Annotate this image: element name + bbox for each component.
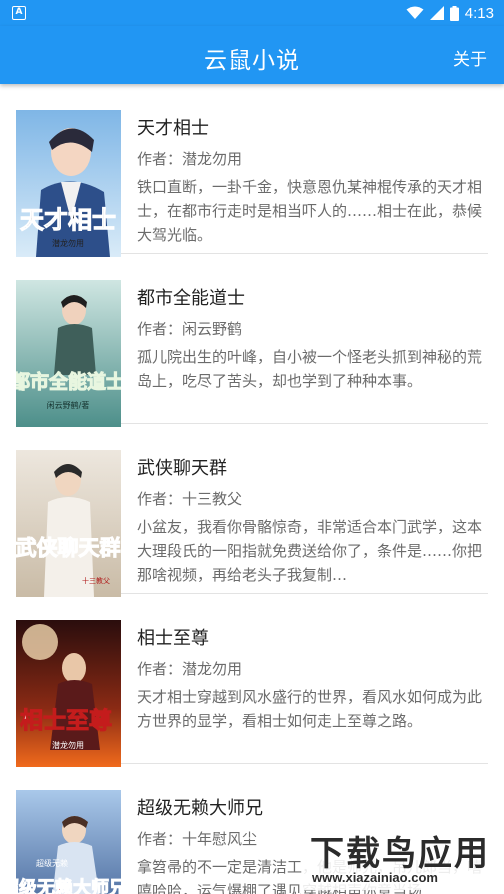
wifi-icon bbox=[406, 6, 424, 19]
book-list-item[interactable]: 武侠聊天群 十三教父 武侠聊天群 作者：十三教父 小盆友，我看你骨骼惊奇，非常适… bbox=[16, 424, 488, 597]
book-description: 铁口直断，一卦千金，快意恩仇某神棍传承的天才相士，在都市行走时是相当吓人的……相… bbox=[137, 178, 483, 244]
book-cover-image: 相士至尊 潜龙勿用 bbox=[16, 620, 121, 767]
book-author: 作者：潜龙勿用 bbox=[137, 150, 243, 168]
watermark: 下载鸟应用 www.xiazainiao.com bbox=[302, 822, 502, 890]
watermark-url: www.xiazainiao.com bbox=[312, 870, 438, 885]
cover-title: 武侠聊天群 bbox=[16, 536, 121, 560]
book-title: 天才相士 bbox=[137, 118, 209, 139]
book-cover-image: 天才相士 潜龙勿用 bbox=[16, 110, 121, 257]
book-cover-image: 都市全能道士 闲云野鹤/著 bbox=[16, 280, 121, 427]
app-bar: 云鼠小说 关于 bbox=[0, 26, 504, 84]
signal-icon bbox=[429, 6, 444, 20]
book-description: 小盆友，我看你骨骼惊奇，非常适合本门武学，这本大理段氏的一阳指就免费送给你了，条… bbox=[137, 518, 483, 584]
book-cover-image: 超级无赖 超级无赖大师兄 bbox=[16, 790, 121, 894]
cover-author: 潜龙勿用 bbox=[52, 238, 84, 248]
cover-title: 超级无赖大师兄 bbox=[16, 877, 121, 894]
status-time: 4:13 bbox=[464, 4, 494, 22]
book-list-item[interactable]: 天才相士 潜龙勿用 天才相士 作者：潜龙勿用 铁口直断，一卦千金，快意恩仇某神棍… bbox=[16, 84, 488, 257]
book-author: 作者：潜龙勿用 bbox=[137, 660, 243, 678]
cover-title: 相士至尊 bbox=[20, 707, 112, 734]
about-button[interactable]: 关于 bbox=[453, 45, 487, 70]
cover-author: 潜龙勿用 bbox=[52, 740, 84, 750]
book-title: 武侠聊天群 bbox=[137, 458, 227, 479]
cover-author: 超级无赖 bbox=[36, 858, 68, 868]
watermark-text: 下载鸟应用 bbox=[310, 834, 490, 874]
book-author: 作者：十年慰风尘 bbox=[137, 830, 258, 848]
book-description: 天才相士穿越到风水盛行的世界，看风水如何成为此方世界的显学，看相士如何走上至尊之… bbox=[137, 688, 483, 730]
book-author: 作者：十三教父 bbox=[137, 490, 243, 508]
book-title: 超级无赖大师兄 bbox=[137, 798, 263, 819]
battery-icon bbox=[449, 5, 459, 21]
cover-title: 天才相士 bbox=[20, 206, 116, 234]
cover-title: 都市全能道士 bbox=[16, 370, 121, 393]
book-author: 作者：闲云野鹤 bbox=[137, 320, 243, 338]
status-icons: 4:13 bbox=[406, 3, 494, 23]
book-list-item[interactable]: 相士至尊 潜龙勿用 相士至尊 作者：潜龙勿用 天才相士穿越到风水盛行的世界，看风… bbox=[16, 594, 488, 767]
book-list-item[interactable]: 都市全能道士 闲云野鹤/著 都市全能道士 作者：闲云野鹤 孤儿院出生的叶峰，自小… bbox=[16, 254, 488, 427]
notification-a-icon: A bbox=[12, 6, 26, 20]
book-cover-image: 武侠聊天群 十三教父 bbox=[16, 450, 121, 597]
cover-author: 十三教父 bbox=[82, 576, 110, 585]
book-title: 相士至尊 bbox=[137, 628, 209, 649]
app-title: 云鼠小说 bbox=[204, 48, 300, 74]
book-title: 都市全能道士 bbox=[137, 288, 245, 309]
book-description: 孤儿院出生的叶峰，自小被一个怪老头抓到神秘的荒岛上，吃尽了苦头，却也学到了种种本… bbox=[137, 348, 483, 390]
cover-author: 闲云野鹤/著 bbox=[47, 400, 90, 410]
status-bar: A 4:13 bbox=[0, 0, 504, 26]
